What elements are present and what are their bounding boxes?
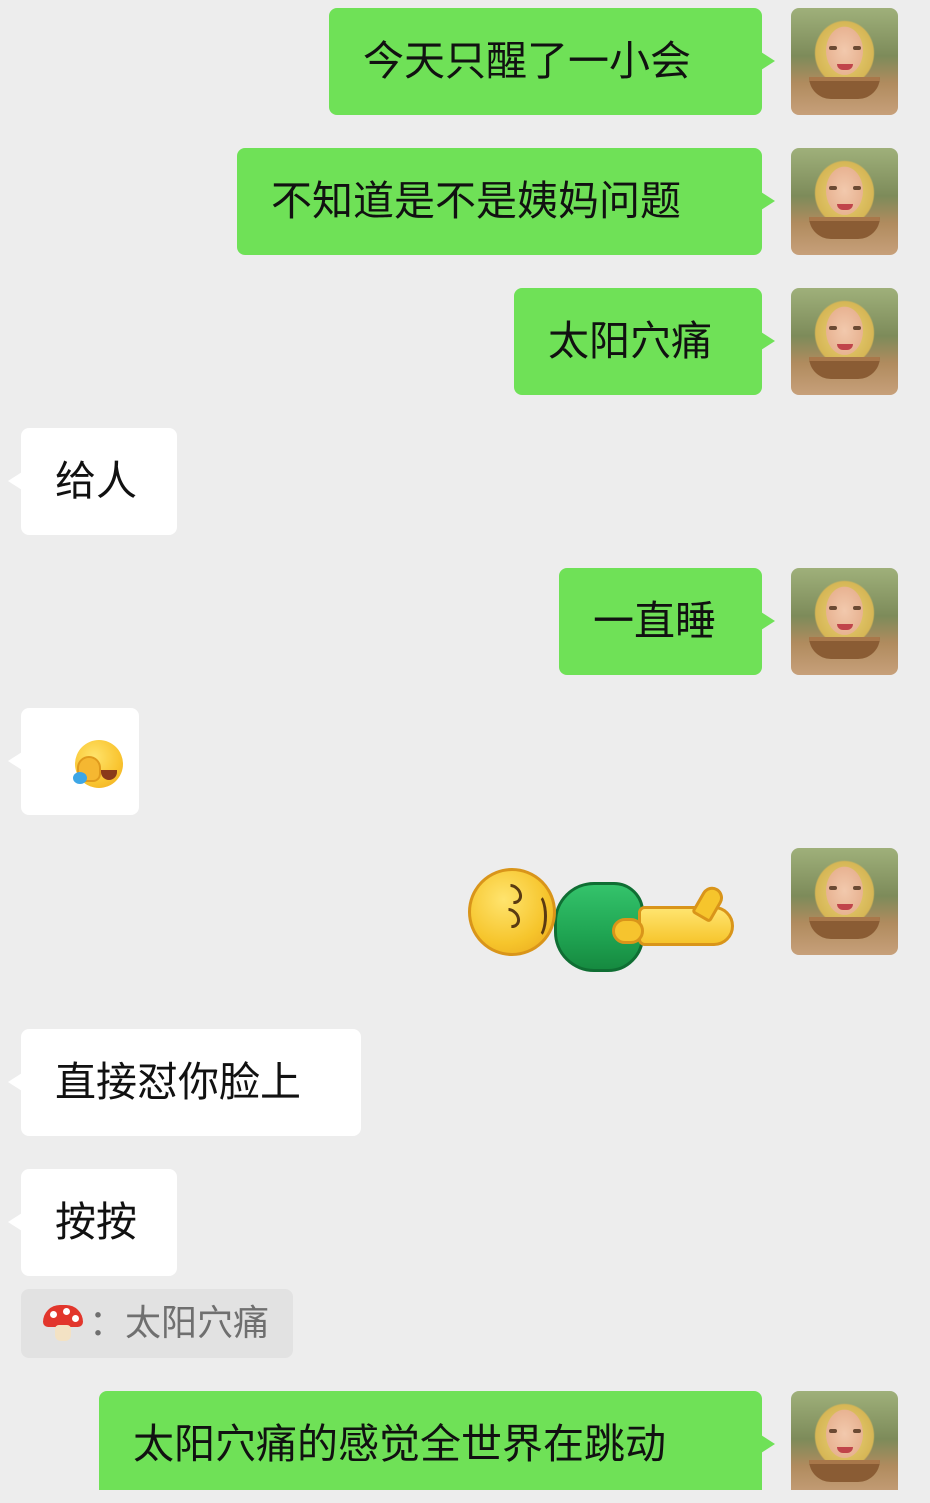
- user-avatar[interactable]: [791, 848, 898, 955]
- message-bubble[interactable]: 今天只醒了一小会: [329, 8, 775, 115]
- message-text: 一直睡: [593, 597, 716, 645]
- user-avatar[interactable]: [791, 288, 898, 395]
- message-text: 太阳穴痛的感觉全世界在跳动: [133, 1420, 666, 1468]
- message-bubble[interactable]: [8, 708, 139, 815]
- message-text: 直接怼你脸上: [55, 1058, 301, 1106]
- bottom-strip: [0, 1490, 930, 1503]
- message-row-outgoing: [0, 848, 930, 978]
- message-text: 不知道是不是姨妈问题: [271, 177, 681, 225]
- message-text: 太阳穴痛: [548, 317, 712, 365]
- message-row-incoming: [0, 708, 930, 815]
- message-row-outgoing: 今天只醒了一小会: [0, 8, 930, 115]
- quoted-reply[interactable]: ：太阳穴痛: [21, 1289, 294, 1358]
- user-avatar[interactable]: [791, 148, 898, 255]
- message-bubble[interactable]: 不知道是不是姨妈问题: [237, 148, 775, 255]
- message-row-incoming: 按按: [0, 1169, 930, 1276]
- message-text: 今天只醒了一小会: [363, 37, 691, 85]
- message-row-outgoing: 太阳穴痛: [0, 288, 930, 395]
- message-bubble[interactable]: 太阳穴痛: [514, 288, 775, 395]
- message-bubble[interactable]: 太阳穴痛的感觉全世界在跳动: [99, 1391, 775, 1498]
- quote-text: 太阳穴痛: [125, 1303, 270, 1344]
- user-avatar[interactable]: [791, 1391, 898, 1498]
- message-bubble[interactable]: 直接怼你脸上: [8, 1029, 361, 1136]
- message-row-incoming: 直接怼你脸上: [0, 1029, 930, 1136]
- message-bubble[interactable]: 一直睡: [559, 568, 775, 675]
- lying-down-emoji-sticker[interactable]: [466, 866, 738, 976]
- message-bubble[interactable]: 给人: [8, 428, 177, 535]
- face-palm-crying-emoji: [73, 740, 123, 788]
- mushroom-icon: [43, 1305, 83, 1341]
- message-text: 按按: [55, 1198, 137, 1246]
- quote-separator: ：: [89, 1303, 126, 1344]
- chat-area: 今天只醒了一小会 不知道是不是姨妈问题 太阳穴痛 给人 一直睡 直接怼你脸上 按…: [0, 0, 930, 1503]
- user-avatar[interactable]: [791, 8, 898, 115]
- message-text: 给人: [55, 457, 137, 505]
- message-row-incoming: 给人: [0, 428, 930, 535]
- message-row-outgoing: 太阳穴痛的感觉全世界在跳动: [0, 1391, 930, 1498]
- message-row-outgoing: 一直睡: [0, 568, 930, 675]
- message-bubble[interactable]: 按按: [8, 1169, 177, 1276]
- message-row-outgoing: 不知道是不是姨妈问题: [0, 148, 930, 255]
- user-avatar[interactable]: [791, 568, 898, 675]
